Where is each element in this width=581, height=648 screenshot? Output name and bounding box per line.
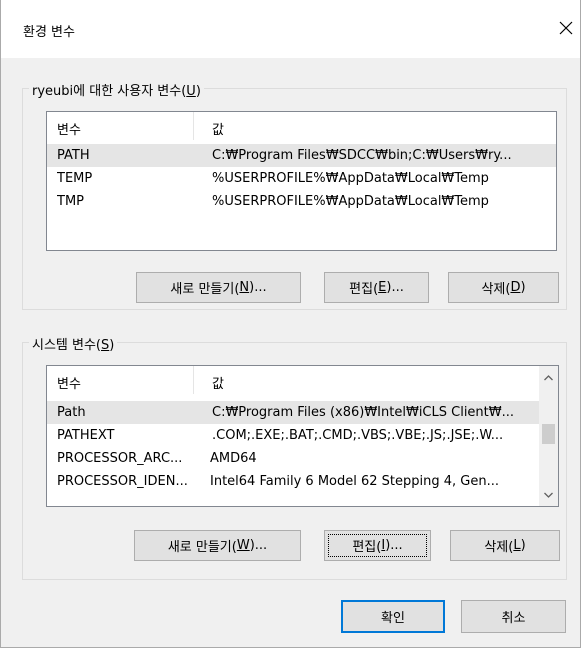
variable-value: AMD64 [210,451,257,466]
table-row[interactable]: PATH C:₩Program Files₩SDCC₩bin;C:₩Users₩… [47,144,556,167]
system-variables-label: 시스템 변수(S) [29,334,118,353]
close-icon [559,21,573,35]
user-delete-button[interactable]: 삭제(D) [448,272,559,303]
variable-name: PATH [57,148,90,163]
table-row[interactable]: PATHEXT .COM;.EXE;.BAT;.CMD;.VBS;.VBE;.J… [47,424,539,447]
vertical-scrollbar[interactable] [539,366,558,506]
variable-value: %USERPROFILE%₩AppData₩Local₩Temp [212,171,489,186]
table-row[interactable]: TMP %USERPROFILE%₩AppData₩Local₩Temp [47,190,556,213]
scroll-thumb[interactable] [542,424,555,444]
list-header: 변수 값 [47,112,556,140]
table-row[interactable]: PROCESSOR_IDEN... Intel64 Family 6 Model… [47,470,539,493]
user-variables-label: ryeubi에 대한 사용자 변수(U) [29,80,204,99]
scroll-down-button[interactable] [539,485,558,504]
variable-name: TMP [57,194,84,209]
variable-value: Intel64 Family 6 Model 62 Stepping 4, Ge… [210,474,499,489]
system-edit-button[interactable]: 편집(I)... [324,530,431,561]
user-variables-list[interactable]: 변수 값 PATH C:₩Program Files₩SDCC₩bin;C:₩U… [46,111,557,251]
cancel-button[interactable]: 취소 [461,600,566,633]
close-button[interactable] [552,14,580,42]
table-row[interactable]: TEMP %USERPROFILE%₩AppData₩Local₩Temp [47,167,556,190]
chevron-down-icon [544,492,553,498]
variable-value: %USERPROFILE%₩AppData₩Local₩Temp [212,194,489,209]
column-header-value[interactable]: 값 [212,119,224,138]
column-header-value[interactable]: 값 [212,373,224,392]
column-header-variable[interactable]: 변수 [57,373,81,392]
table-row[interactable]: PROCESSOR_ARC... AMD64 [47,447,539,470]
variable-name: TEMP [57,171,93,186]
title-bar[interactable]: 환경 변수 [1,0,580,58]
window-title: 환경 변수 [23,25,75,40]
variable-name: PROCESSOR_IDEN... [57,474,188,489]
variable-value: C:₩Program Files₩SDCC₩bin;C:₩Users₩ry... [212,148,512,163]
chevron-up-icon [544,374,553,380]
variable-value: C:₩Program Files (x86)₩Intel₩iCLS Client… [212,405,515,420]
list-header: 변수 값 [47,366,539,394]
variable-name: Path [57,405,86,420]
table-row[interactable]: Path C:₩Program Files (x86)₩Intel₩iCLS C… [47,401,539,424]
dialog-body: ryeubi에 대한 사용자 변수(U) 변수 값 PATH C:₩Progra… [1,58,580,647]
column-header-variable[interactable]: 변수 [57,119,81,138]
variable-name: PATHEXT [57,428,115,443]
variable-name: PROCESSOR_ARC... [57,451,183,466]
user-edit-button[interactable]: 편집(E)... [324,272,429,303]
system-new-button[interactable]: 새로 만들기(W)... [134,530,301,561]
ok-button[interactable]: 확인 [341,600,445,633]
environment-variables-dialog: 환경 변수 ryeubi에 대한 사용자 변수(U) 변수 값 PATH C:₩… [0,0,581,648]
scroll-up-button[interactable] [539,368,558,387]
system-variables-list[interactable]: 변수 값 Path C:₩Program Files (x86)₩Intel₩i… [46,365,559,507]
system-delete-button[interactable]: 삭제(L) [450,530,560,561]
user-new-button[interactable]: 새로 만들기(N)... [136,272,301,303]
variable-value: .COM;.EXE;.BAT;.CMD;.VBS;.VBE;.JS;.JSE;.… [212,428,504,443]
